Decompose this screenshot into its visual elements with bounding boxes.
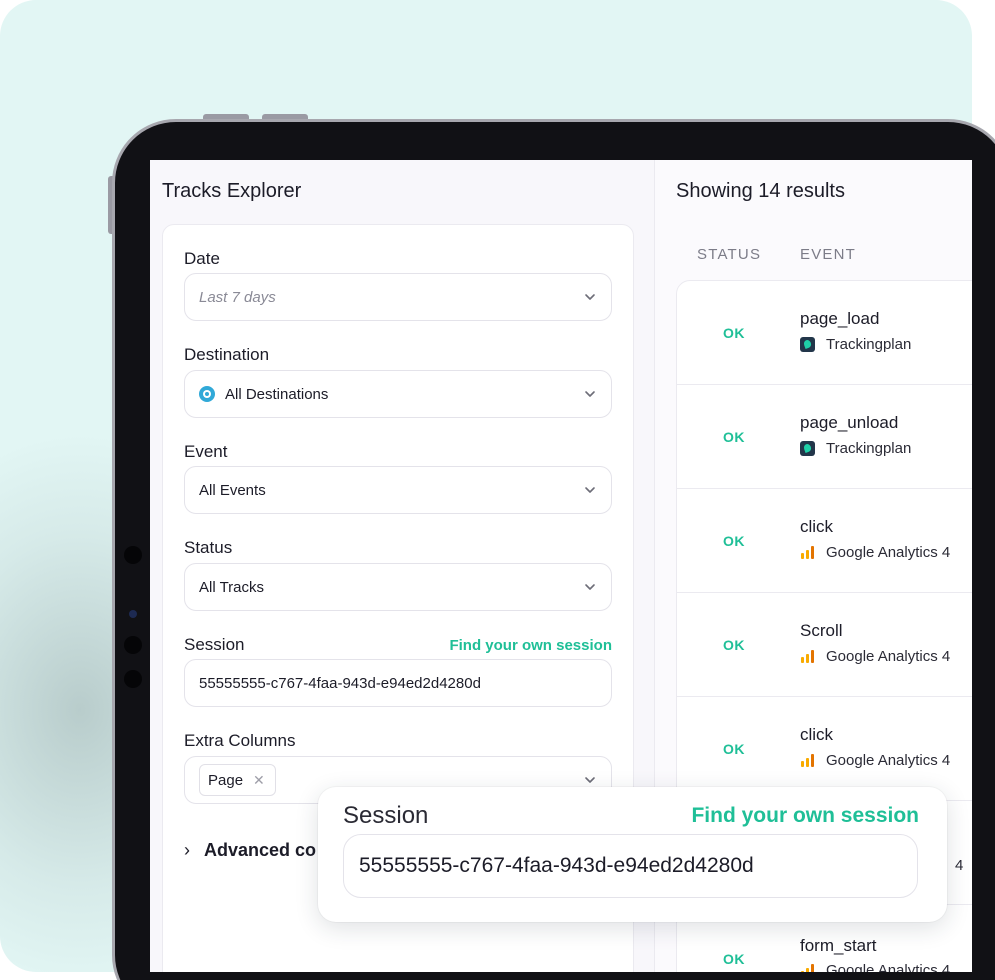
camera-dot <box>124 636 142 654</box>
destination-label: Destination <box>184 345 270 364</box>
column-chip: Page ✕ <box>199 764 276 796</box>
destination-cell: Trackingplan <box>800 336 911 353</box>
event-name: page_load <box>800 309 880 328</box>
status-badge: OK <box>723 741 745 757</box>
status-select[interactable]: All Tracks <box>184 563 612 611</box>
camera-dot <box>124 546 142 564</box>
advanced-label: Advanced co <box>204 840 317 860</box>
date-label: Date <box>184 249 220 268</box>
destination-cell: Google Analytics 4 <box>800 752 950 769</box>
table-row[interactable]: OK page_load Trackingplan <box>677 281 972 385</box>
chevron-down-icon <box>585 294 595 300</box>
session-label: Session <box>184 635 245 654</box>
advanced-toggle[interactable]: › Advanced co <box>184 840 316 861</box>
date-select[interactable]: Last 7 days <box>184 273 612 321</box>
table-row[interactable]: OK Scroll Google Analytics 4 <box>677 593 972 697</box>
status-badge: OK <box>723 637 745 653</box>
chevron-down-icon <box>585 777 595 783</box>
google-analytics-icon <box>800 753 815 768</box>
destination-icon <box>199 386 215 402</box>
find-session-link[interactable]: Find your own session <box>449 637 612 654</box>
chevron-right-icon: › <box>184 840 190 860</box>
table-row[interactable]: OK page_unload Trackingplan <box>677 385 972 489</box>
destination-cell: Trackingplan <box>800 440 911 457</box>
event-name: click <box>800 517 834 536</box>
destination-value: All Destinations <box>225 385 329 403</box>
status-value: All Tracks <box>199 578 265 596</box>
event-select[interactable]: All Events <box>184 466 612 514</box>
session-popup: Session Find your own session 55555555-c… <box>318 787 947 922</box>
camera-sensor <box>129 610 137 618</box>
chip-label: Page <box>208 771 244 789</box>
status-badge: OK <box>723 429 745 445</box>
date-placeholder: Last 7 days <box>199 288 276 306</box>
destination-cell: Google Analytics 4 <box>800 648 950 665</box>
event-name: form_start <box>800 936 877 955</box>
popup-find-session-link[interactable]: Find your own session <box>691 804 919 828</box>
event-name: page_unload <box>800 413 899 432</box>
panel-title: Tracks Explorer <box>162 180 302 202</box>
status-badge: OK <box>723 325 745 341</box>
google-analytics-icon <box>800 649 815 664</box>
popup-session-value: 55555555-c767-4faa-943d-e94ed2d4280d <box>359 854 754 877</box>
column-header-status[interactable]: STATUS <box>697 246 761 263</box>
chevron-down-icon <box>585 487 595 493</box>
session-input[interactable]: 55555555-c767-4faa-943d-e94ed2d4280d <box>184 659 612 707</box>
chip-remove-icon[interactable]: ✕ <box>253 772 265 789</box>
session-value: 55555555-c767-4faa-943d-e94ed2d4280d <box>199 674 481 692</box>
event-value: All Events <box>199 481 266 499</box>
event-name: Scroll <box>800 621 843 640</box>
chevron-down-icon <box>585 391 595 397</box>
extra-columns-label: Extra Columns <box>184 731 296 750</box>
event-name: click <box>800 725 834 744</box>
trackingplan-icon <box>800 337 815 352</box>
camera-dot <box>124 670 142 688</box>
trackingplan-icon <box>800 441 815 456</box>
column-header-event[interactable]: EVENT <box>800 246 856 263</box>
event-label: Event <box>184 442 228 461</box>
table-row[interactable]: OK click Google Analytics 4 <box>677 697 972 801</box>
popup-session-label: Session <box>343 802 429 829</box>
destination-cell: 4 <box>955 857 964 874</box>
status-label: Status <box>184 538 233 557</box>
destination-cell: Google Analytics 4 <box>800 962 950 972</box>
status-badge: OK <box>723 951 745 967</box>
status-badge: OK <box>723 533 745 549</box>
table-row[interactable]: OK click Google Analytics 4 <box>677 489 972 593</box>
popup-session-input[interactable]: 55555555-c767-4faa-943d-e94ed2d4280d <box>343 834 918 898</box>
google-analytics-icon <box>800 545 815 560</box>
google-analytics-icon <box>800 963 815 972</box>
chevron-down-icon <box>585 584 595 590</box>
results-count: Showing 14 results <box>676 180 845 202</box>
destination-cell: Google Analytics 4 <box>800 544 950 561</box>
destination-select[interactable]: All Destinations <box>184 370 612 418</box>
